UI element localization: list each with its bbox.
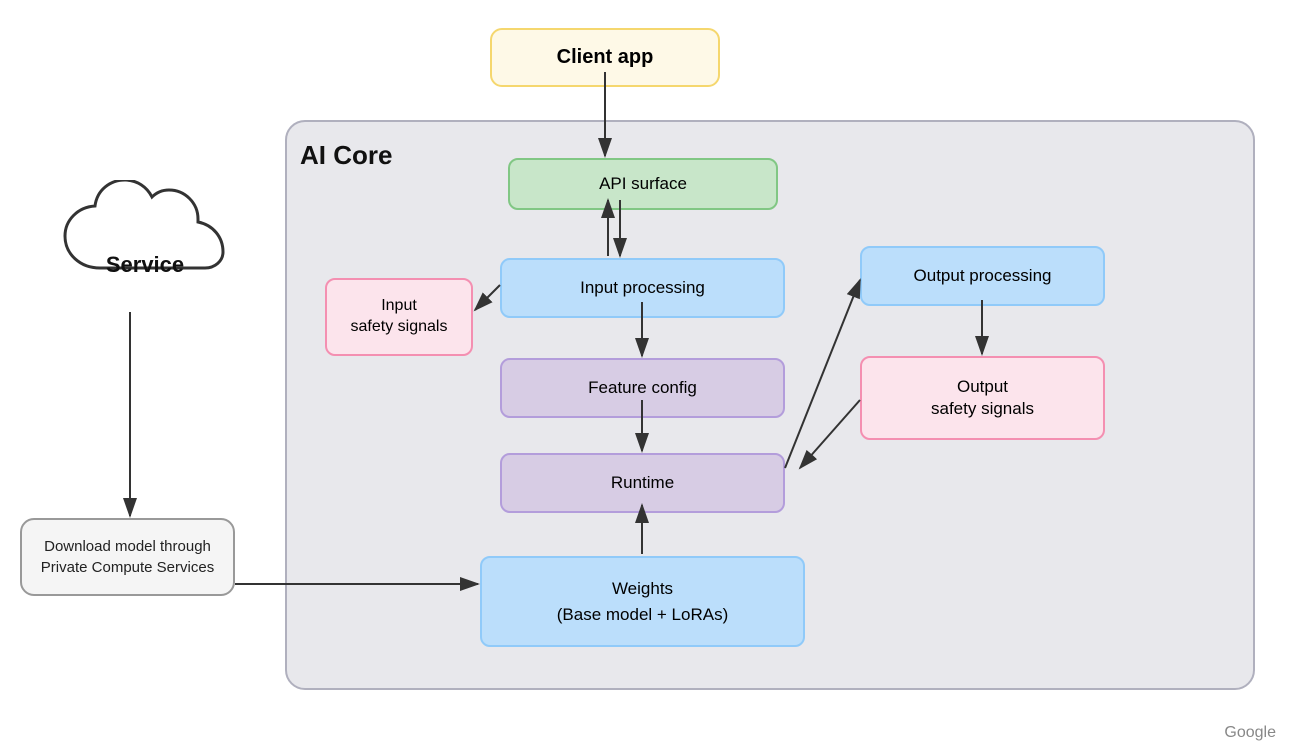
google-logo: Google xyxy=(1224,724,1276,742)
diagram: Client app AI Core API surface Input pro… xyxy=(0,0,1304,756)
download-box: Download model through Private Compute S… xyxy=(20,518,235,596)
runtime-label: Runtime xyxy=(611,473,674,492)
download-label: Download model through Private Compute S… xyxy=(41,538,214,576)
weights-box: Weights(Base model + LoRAs) xyxy=(480,556,805,647)
weights-label: Weights(Base model + LoRAs) xyxy=(557,579,729,624)
output-processing-box: Output processing xyxy=(860,246,1105,306)
input-safety-box: Inputsafety signals xyxy=(325,278,473,356)
output-safety-label: Outputsafety signals xyxy=(931,377,1034,418)
input-processing-box: Input processing xyxy=(500,258,785,318)
input-safety-label: Inputsafety signals xyxy=(351,297,448,335)
output-safety-box: Outputsafety signals xyxy=(860,356,1105,440)
api-surface-label: API surface xyxy=(599,174,687,193)
runtime-box: Runtime xyxy=(500,453,785,513)
api-surface-box: API surface xyxy=(508,158,778,210)
service-cloud xyxy=(40,180,240,305)
client-app-box: Client app xyxy=(490,28,720,87)
client-app-label: Client app xyxy=(557,46,654,68)
feature-config-box: Feature config xyxy=(500,358,785,418)
output-processing-label: Output processing xyxy=(914,266,1052,285)
service-label: Service xyxy=(85,252,205,278)
cloud-icon xyxy=(45,180,235,300)
ai-core-label: AI Core xyxy=(300,140,392,171)
feature-config-label: Feature config xyxy=(588,378,697,397)
input-processing-label: Input processing xyxy=(580,278,705,297)
